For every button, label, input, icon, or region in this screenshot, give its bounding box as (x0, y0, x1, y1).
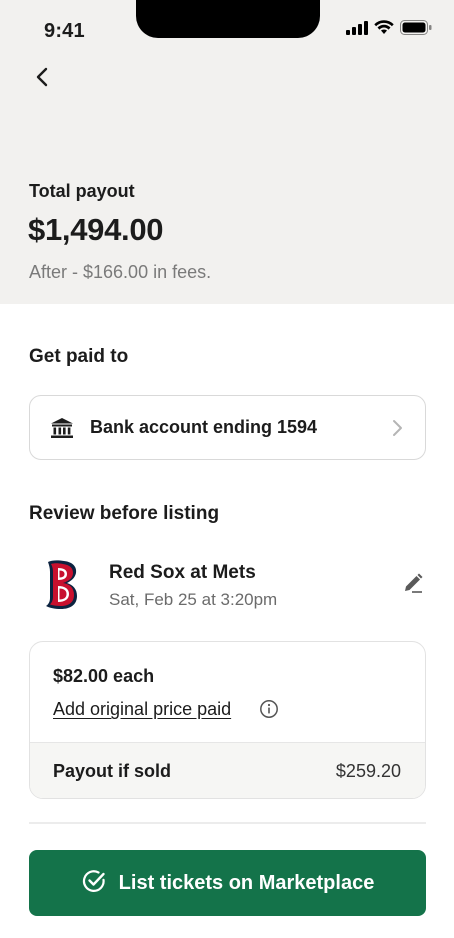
device-notch (136, 0, 320, 38)
battery-icon (400, 20, 432, 40)
fees-text: After - $166.00 in fees. (29, 262, 212, 282)
payout-if-sold-label: Payout if sold (53, 761, 172, 781)
payout-if-sold-value: $259.20 (335, 761, 401, 781)
bank-icon (50, 416, 74, 440)
price-each: $82.00 each (53, 666, 155, 686)
event-name: Red Sox at Mets (109, 562, 256, 583)
review-title: Review before listing (29, 503, 220, 524)
header-area (0, 0, 454, 304)
get-paid-title: Get paid to (29, 346, 129, 367)
status-time: 9:41 (44, 20, 85, 42)
pencil-icon (402, 572, 424, 599)
info-icon[interactable] (259, 699, 279, 719)
event-date: Sat, Feb 25 at 3:20pm (109, 590, 278, 609)
add-original-price-link[interactable]: Add original price paid (53, 699, 231, 720)
check-circle-icon (81, 868, 107, 899)
list-tickets-button[interactable]: List tickets on Marketplace (29, 850, 426, 916)
chevron-left-icon (35, 66, 49, 93)
listing-price-card: $82.00 each Add original price paid Payo… (29, 641, 426, 799)
divider (29, 822, 426, 824)
red-sox-logo (42, 558, 80, 612)
wifi-icon (374, 20, 394, 40)
payout-if-sold-row: Payout if sold $259.20 (30, 742, 425, 798)
back-button[interactable] (30, 64, 54, 94)
total-payout-amount: $1,494.00 (28, 212, 164, 247)
list-tickets-label: List tickets on Marketplace (118, 871, 375, 894)
chevron-right-icon (391, 418, 407, 438)
signal-icon (346, 20, 368, 40)
bank-account-label: Bank account ending 1594 (90, 417, 318, 437)
total-payout-label: Total payout (29, 181, 135, 201)
status-icons (346, 20, 432, 40)
bank-account-selector[interactable]: Bank account ending 1594 (29, 395, 426, 460)
edit-button[interactable] (400, 572, 426, 598)
